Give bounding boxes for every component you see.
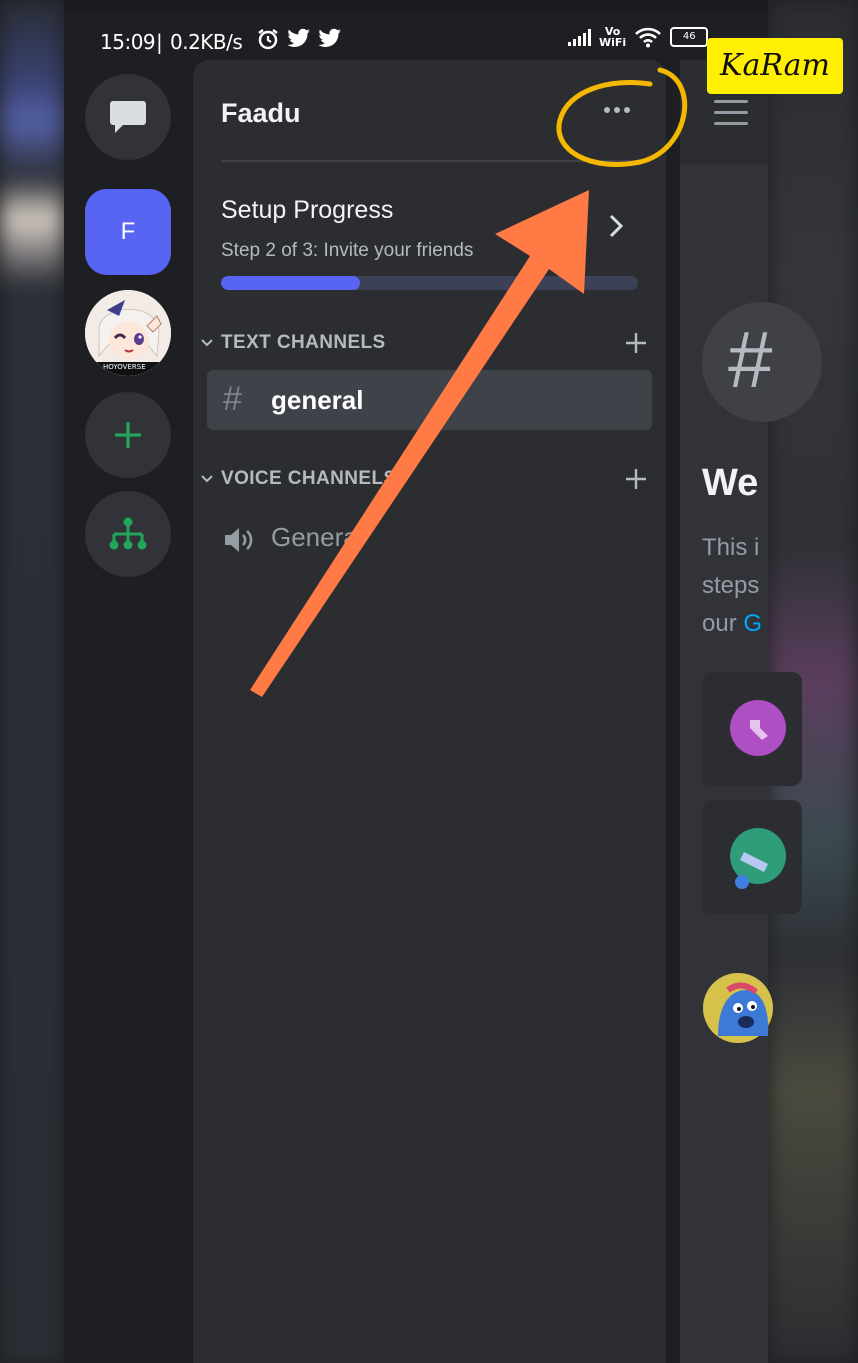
- welcome-desc-line3: our G: [702, 610, 762, 638]
- welcome-heading: We: [702, 462, 759, 504]
- server-icon-faadu[interactable]: F: [85, 189, 171, 275]
- wifi-icon: [635, 27, 662, 48]
- personalize-server-icon: [730, 828, 786, 889]
- twitter-icon: [318, 28, 341, 47]
- voice-channel-row-general[interactable]: General: [207, 512, 652, 568]
- channel-row-general[interactable]: # general: [207, 370, 652, 430]
- channel-name: general: [271, 385, 364, 415]
- welcome-hash-icon: #: [728, 315, 773, 404]
- category-text-channels[interactable]: TEXT CHANNELS: [201, 332, 386, 354]
- voice-channel-name: General: [271, 522, 364, 552]
- status-system-icons: Vo WiFi 46: [568, 26, 709, 48]
- wumpus-avatar-icon: [703, 973, 773, 1043]
- header-divider: [221, 160, 639, 162]
- status-bar: 15:09 | 0.2KB/s Vo WiFi 46: [64, 10, 768, 60]
- watermark-label: KaRam: [707, 38, 843, 94]
- speaker-icon: [225, 528, 253, 552]
- server-avatar-hoyoverse[interactable]: HOYOVERSE: [85, 290, 171, 376]
- add-text-channel-icon[interactable]: [625, 332, 647, 354]
- server-initial: F: [120, 218, 136, 245]
- blurred-background-left: [0, 0, 64, 1363]
- vowifi-indicator: Vo WiFi: [599, 26, 626, 48]
- category-label: VOICE CHANNELS: [221, 468, 397, 489]
- server-more-options-button[interactable]: [593, 94, 641, 126]
- battery-icon: 46: [670, 27, 709, 47]
- add-voice-channel-icon[interactable]: [625, 468, 647, 490]
- welcome-desc-line2: steps: [702, 572, 760, 599]
- setup-progress-step: Step 2 of 3: Invite your friends: [221, 240, 474, 261]
- setup-progress-fill: [221, 276, 360, 290]
- main-content-peek: # We This i steps our G: [680, 60, 822, 1363]
- welcome-desc-link[interactable]: G: [743, 610, 762, 637]
- add-server-button[interactable]: [85, 392, 171, 478]
- alarm-icon: [258, 29, 278, 50]
- plus-icon: [115, 422, 141, 448]
- direct-messages-button[interactable]: [85, 74, 171, 160]
- chevron-right-icon: [609, 214, 624, 238]
- vowifi-bottom: WiFi: [599, 36, 627, 49]
- hamburger-icon[interactable]: [714, 100, 748, 133]
- welcome-action-card-invite[interactable]: [702, 672, 802, 786]
- setup-progress-title: Setup Progress: [221, 196, 394, 224]
- network-speed: 0.2KB/s: [170, 30, 243, 54]
- category-label: TEXT CHANNELS: [221, 332, 386, 353]
- hash-icon: #: [223, 380, 242, 418]
- status-separator: |: [156, 30, 163, 54]
- category-voice-channels[interactable]: VOICE CHANNELS: [201, 468, 397, 490]
- setup-progress-bar: [221, 276, 638, 290]
- welcome-desc-prefix: our: [702, 610, 744, 637]
- welcome-desc-line1: This i: [702, 534, 760, 561]
- more-dots-icon: [604, 107, 610, 113]
- avatar-caption: HOYOVERSE: [103, 363, 146, 371]
- twitter-icon: [287, 28, 310, 47]
- welcome-action-card-personalize[interactable]: [702, 800, 802, 914]
- server-rail: F HOYOVERSE: [64, 60, 192, 1363]
- status-notification-icons: [256, 26, 342, 51]
- signal-icon: [568, 28, 591, 46]
- invite-friends-icon: [730, 700, 786, 756]
- status-time: 15:09: [100, 30, 156, 54]
- server-name[interactable]: Faadu: [221, 98, 301, 129]
- channel-panel: Faadu Setup Progress Step 2 of 3: Invite…: [193, 60, 666, 1363]
- hierarchy-icon: [109, 517, 147, 550]
- discover-servers-button[interactable]: [85, 491, 171, 577]
- chevron-down-icon: [201, 475, 213, 483]
- chevron-down-icon: [201, 339, 213, 347]
- screen-top-edge: [64, 0, 768, 10]
- chat-bubble-icon: [110, 101, 146, 133]
